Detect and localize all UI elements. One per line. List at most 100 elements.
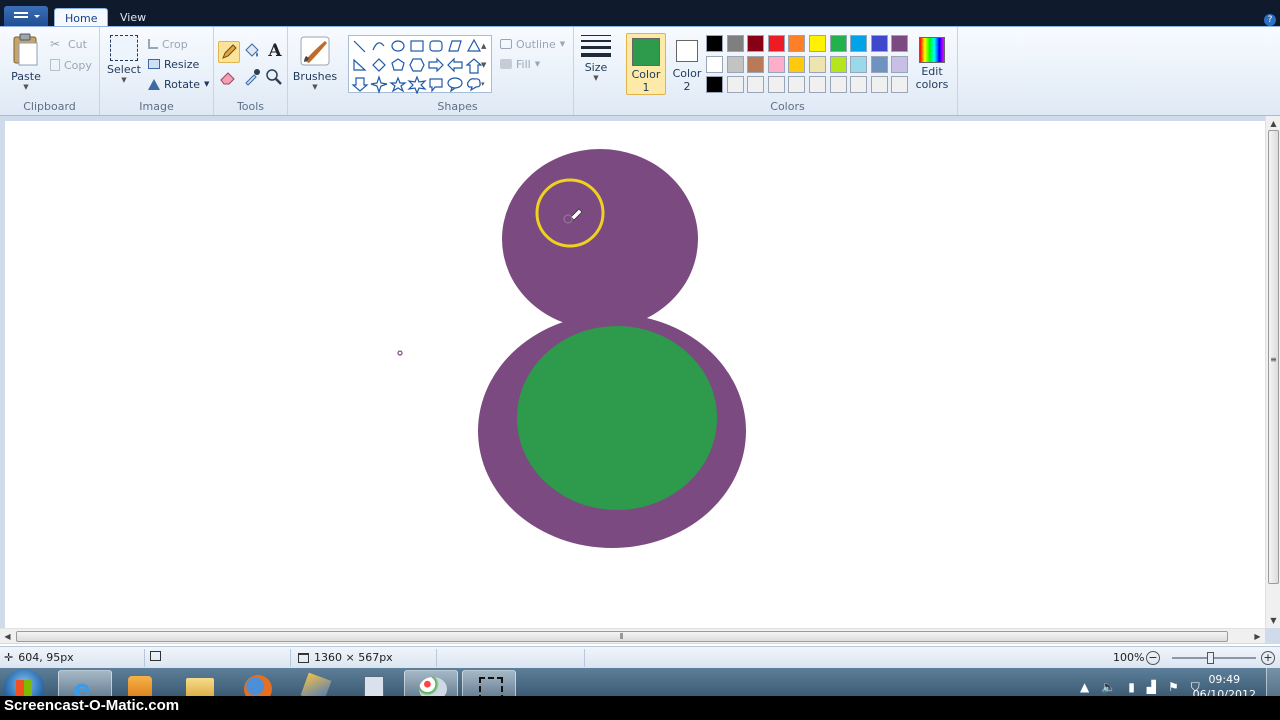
help-icon[interactable]: ? [1264,14,1276,26]
scroll-down-arrow[interactable]: ▼ [1266,613,1280,628]
shape-option-icon[interactable] [466,38,482,52]
cut-button[interactable]: ✂ Cut [50,35,87,53]
shape-option-icon[interactable] [372,58,386,72]
copy-button[interactable]: Copy [50,56,92,74]
palette-swatch[interactable] [747,76,765,93]
edit-colors-button[interactable]: Edit colors [912,33,952,95]
shape-option-icon[interactable] [428,57,444,73]
color1-button[interactable]: Color 1 [626,33,666,95]
color-picker-tool[interactable] [242,67,264,89]
palette-swatch[interactable] [850,76,868,93]
resize-button[interactable]: Resize [148,55,199,73]
fill-button[interactable]: Fill ▼ [500,55,540,73]
vertical-scrollbar[interactable]: ▲ ≡ ▼ [1265,116,1280,628]
shape-option-icon[interactable] [407,75,427,95]
shape-option-icon[interactable] [351,77,369,92]
palette-swatch[interactable] [747,35,765,52]
shape-option-icon[interactable] [448,40,462,52]
shape-option-icon[interactable] [409,58,425,72]
palette-swatch[interactable] [767,76,785,93]
palette-swatch[interactable] [850,35,868,52]
palette-swatch[interactable] [870,55,888,73]
tab-home[interactable]: Home [54,8,109,26]
select-button[interactable]: Select ▼ [106,35,142,84]
eraser-tool[interactable] [218,67,240,89]
drawing-canvas[interactable] [5,121,1265,631]
palette-swatch[interactable] [726,76,744,93]
stray-dot [397,350,403,356]
color2-button[interactable]: Color 2 [670,33,704,95]
palette-swatch[interactable] [850,55,868,73]
palette-swatch[interactable] [829,55,847,73]
shape-option-icon[interactable] [353,58,367,71]
palette-swatch[interactable] [706,76,723,93]
shape-option-icon[interactable] [391,58,405,71]
pencil-tool[interactable] [218,41,240,63]
size-button[interactable]: Size ▼ [580,35,612,82]
palette-swatch[interactable] [891,55,909,73]
palette-swatch[interactable] [870,76,888,93]
color-palette [706,35,912,97]
palette-swatch[interactable] [788,35,806,52]
palette-swatch[interactable] [809,35,826,52]
palette-swatch[interactable] [829,35,847,52]
shape-option-icon[interactable] [447,77,463,93]
zoom-slider[interactable] [1172,657,1256,659]
scroll-up-arrow[interactable]: ▲ [1266,116,1280,131]
colors-group: Color 1 Color 2 Edit colors Colors [618,27,958,115]
palette-swatch[interactable] [891,35,909,52]
zoom-in-button[interactable]: + [1261,651,1275,665]
outline-button[interactable]: Outline ▼ [500,35,565,53]
system-tray[interactable]: ▲ 🔈 ▮ ▟ ⚑ ⛉ [1080,680,1200,695]
rotate-button[interactable]: Rotate ▼ [148,75,209,93]
brushes-button[interactable]: Brushes ▼ [292,35,338,91]
palette-swatch[interactable] [788,55,806,73]
palette-swatch[interactable] [788,76,806,93]
palette-swatch[interactable] [870,35,888,52]
palette-swatch[interactable] [747,55,765,73]
shape-option-icon[interactable] [410,40,424,52]
shape-option-icon[interactable] [370,75,388,94]
shape-option-icon[interactable] [389,76,407,93]
horizontal-scrollbar[interactable]: ◀ ⦀ ▶ [0,628,1265,643]
fill-tool[interactable] [242,41,264,63]
palette-swatch[interactable] [706,55,723,73]
palette-swatch[interactable] [726,35,744,52]
volume-icon[interactable]: 🔈 [1101,680,1116,695]
shape-option-icon[interactable] [466,78,481,92]
palette-swatch[interactable] [706,35,723,52]
palette-swatch[interactable] [767,55,785,73]
shape-option-icon[interactable] [465,58,483,74]
palette-swatch[interactable] [767,35,785,52]
text-tool[interactable]: A [264,41,286,63]
shapes-scroll[interactable]: ▲ ▼ ▾ [481,37,486,94]
tray-expand-icon[interactable]: ▲ [1080,680,1089,695]
scroll-right-arrow[interactable]: ▶ [1250,629,1265,644]
paint-menu-button[interactable] [4,6,48,26]
canvas-size: 1360 × 567px [298,651,393,664]
palette-swatch[interactable] [726,55,744,73]
selection-size [150,651,161,661]
zoom-out-button[interactable]: − [1146,651,1160,665]
battery-icon[interactable]: ▮ [1128,680,1135,695]
scroll-left-arrow[interactable]: ◀ [0,629,15,644]
zoom-slider-thumb[interactable] [1207,652,1214,664]
palette-swatch[interactable] [891,76,909,93]
paste-button[interactable]: Paste ▼ [6,33,46,91]
magnifier-tool[interactable] [264,67,286,89]
crop-button[interactable]: Crop [148,35,188,53]
shape-option-icon[interactable] [447,57,463,73]
shape-option-icon[interactable] [429,40,443,52]
palette-swatch[interactable] [809,76,826,93]
shape-option-icon[interactable] [391,40,405,52]
shape-option-icon[interactable] [372,42,385,51]
shapes-gallery[interactable] [348,35,492,95]
network-icon[interactable]: ▟ [1147,680,1156,695]
flag-icon[interactable]: ⚑ [1168,680,1179,695]
shape-option-icon[interactable] [353,40,366,53]
tab-view[interactable]: View [110,8,156,26]
text-a-icon: A [268,41,282,61]
shape-option-icon[interactable] [429,78,443,93]
palette-swatch[interactable] [829,76,847,93]
palette-swatch[interactable] [809,55,826,73]
